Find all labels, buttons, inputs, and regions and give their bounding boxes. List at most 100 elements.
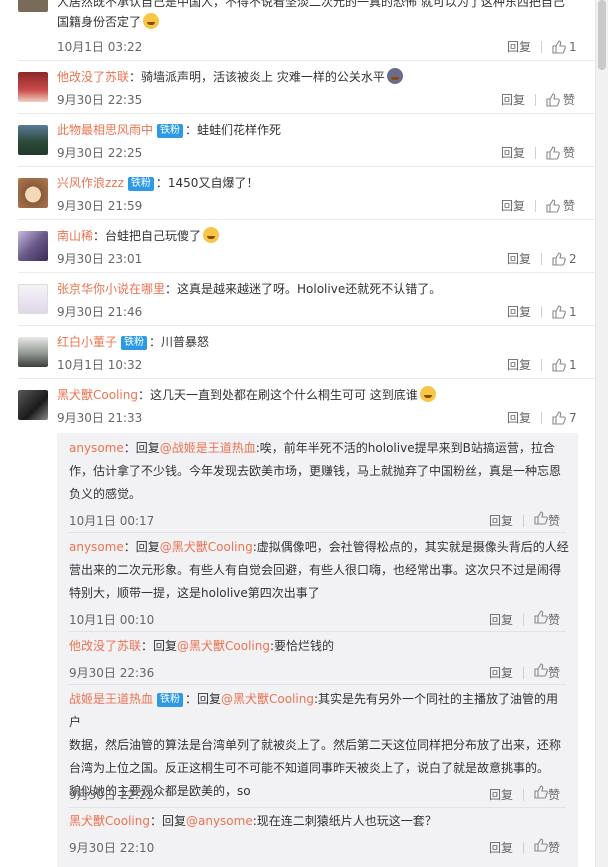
comment-panel: 人居然既不承认自己是中国人，不得不说看坚淡二次元的一真的恐怖 就可以为了这种东西… [0,0,596,867]
avatar[interactable] [18,72,48,102]
reply-button[interactable]: 回复 [489,613,513,627]
username-link[interactable]: 兴风作浪zzz [57,176,124,190]
avatar[interactable] [18,178,48,208]
comment-actions: 回复 赞 [501,197,575,214]
username-link[interactable]: 张京华你小说在哪里 [57,282,165,296]
like-icon[interactable] [552,358,566,372]
reply-button[interactable]: 回复 [507,358,531,372]
username-link[interactable]: anysome [69,441,124,455]
like-icon[interactable] [534,785,548,799]
comment-date: 9月30日 22:25 [57,146,143,160]
reply-item: 他改没了苏联：回复@黑犬獸Cooling:要恰烂钱的 9月30日 22:36 回… [69,635,569,680]
like-count[interactable]: 赞 [563,146,575,160]
username-link[interactable]: 他改没了苏联 [57,70,129,84]
fan-badge: 铁粉 [121,336,148,350]
avatar[interactable] [18,284,48,314]
reply-button[interactable]: 回复 [501,93,525,107]
username-link[interactable]: 黑犬獸Cooling [57,388,138,402]
username-link[interactable]: anysome [69,540,124,554]
like-icon[interactable] [546,199,560,213]
like-count[interactable]: 赞 [548,666,560,680]
like-count[interactable]: 赞 [548,514,560,528]
comment-text: ：1450又自爆了！ [155,176,259,190]
reply-button[interactable]: 回复 [489,666,513,680]
like-icon[interactable] [534,610,548,624]
like-icon[interactable] [546,93,560,107]
like-icon[interactable] [552,252,566,266]
avatar[interactable] [18,390,48,420]
reply-date: 10月1日 00:10 [69,613,155,627]
comment-actions: 回复 1 [507,356,577,373]
like-count[interactable]: 赞 [563,199,575,213]
reply-date: 9月30日 22:22 [69,788,155,802]
username-link[interactable]: 黑犬獸Cooling [69,814,150,828]
reply-button[interactable]: 回复 [489,514,513,528]
like-count[interactable]: 1 [569,305,577,319]
comment-date: 9月30日 22:35 [57,93,143,107]
reply-button[interactable]: 回复 [507,305,531,319]
scrollbar-thumb[interactable] [598,0,606,70]
like-count[interactable]: 1 [569,358,577,372]
comment-actions: 回复 7 [507,409,577,426]
username-link[interactable]: 红白小董子 [57,335,117,349]
like-icon[interactable] [534,838,548,852]
username-link[interactable]: 战姬是王道热血 [69,692,153,706]
like-count[interactable]: 赞 [548,788,560,802]
like-count[interactable]: 赞 [548,841,560,855]
reply-button[interactable]: 回复 [507,40,531,54]
reply-prefix: ：回复 [141,639,178,653]
divider [18,166,596,167]
username-link[interactable]: 此物最相思风雨中 [57,123,153,137]
reply-button[interactable]: 回复 [507,411,531,425]
like-count[interactable]: 7 [569,411,577,425]
divider [18,113,596,114]
username-link[interactable]: 南山稀 [57,229,93,243]
comment-text: ：台蛙把自己玩傻了 [93,229,202,243]
mention-link[interactable]: @黑犬獸Cooling [221,692,314,706]
like-count[interactable]: 1 [569,40,577,54]
reply-button[interactable]: 回复 [507,252,531,266]
like-icon[interactable] [534,663,548,677]
avatar[interactable] [18,0,48,12]
divider [69,684,566,685]
username-link[interactable]: 他改没了苏联 [69,639,141,653]
reply-button[interactable]: 回复 [489,841,513,855]
divider [18,325,596,326]
comment-actions: 回复 赞 [501,144,575,161]
mention-link[interactable]: @战姬是王道热血 [160,441,256,455]
divider [18,272,596,273]
avatar[interactable] [18,231,48,261]
emoji-icon [419,386,436,402]
like-icon[interactable] [552,305,566,319]
comment-date: 9月30日 21:59 [57,199,143,213]
comment-text: ：这几天一直到处都在刷这个什么桐生可可 这到底谁 [137,388,418,402]
divider [18,219,596,220]
reply-button[interactable]: 回复 [489,788,513,802]
mention-link[interactable]: @黑犬獸Cooling [160,540,253,554]
comment-actions: 回复 2 [507,250,577,267]
like-icon[interactable] [546,146,560,160]
mention-link[interactable]: @黑犬獸Cooling [177,639,270,653]
reply-button[interactable]: 回复 [501,199,525,213]
comment-text: ：骑墙派声明，活该被炎上 灾难一样的公关水平 [129,70,385,84]
reply-text: :要恰烂钱的 [270,639,335,653]
like-icon[interactable] [552,40,566,54]
scrollbar[interactable] [595,0,608,867]
comment-text: 国籍身份否定了 [57,15,142,29]
like-count[interactable]: 赞 [563,93,575,107]
reply-prefix: ：回复 [123,540,160,554]
comment-actions: 回复 1 [507,38,577,55]
avatar[interactable] [18,125,48,155]
comment-date: 9月30日 21:46 [57,305,143,319]
reply-button[interactable]: 回复 [501,146,525,160]
like-icon[interactable] [552,411,566,425]
like-count[interactable]: 2 [569,252,577,266]
mention-link[interactable]: @anysome [186,814,253,828]
reply-item: anysome：回复@黑犬獸Cooling:虚拟偶像吧，会社管得松点的，其实就是… [69,536,569,627]
avatar[interactable] [18,337,48,367]
like-icon[interactable] [534,511,548,525]
reply-date: 10月1日 00:17 [69,514,155,528]
divider [18,378,596,379]
comment-date: 9月30日 23:01 [57,252,143,266]
like-count[interactable]: 赞 [548,613,560,627]
